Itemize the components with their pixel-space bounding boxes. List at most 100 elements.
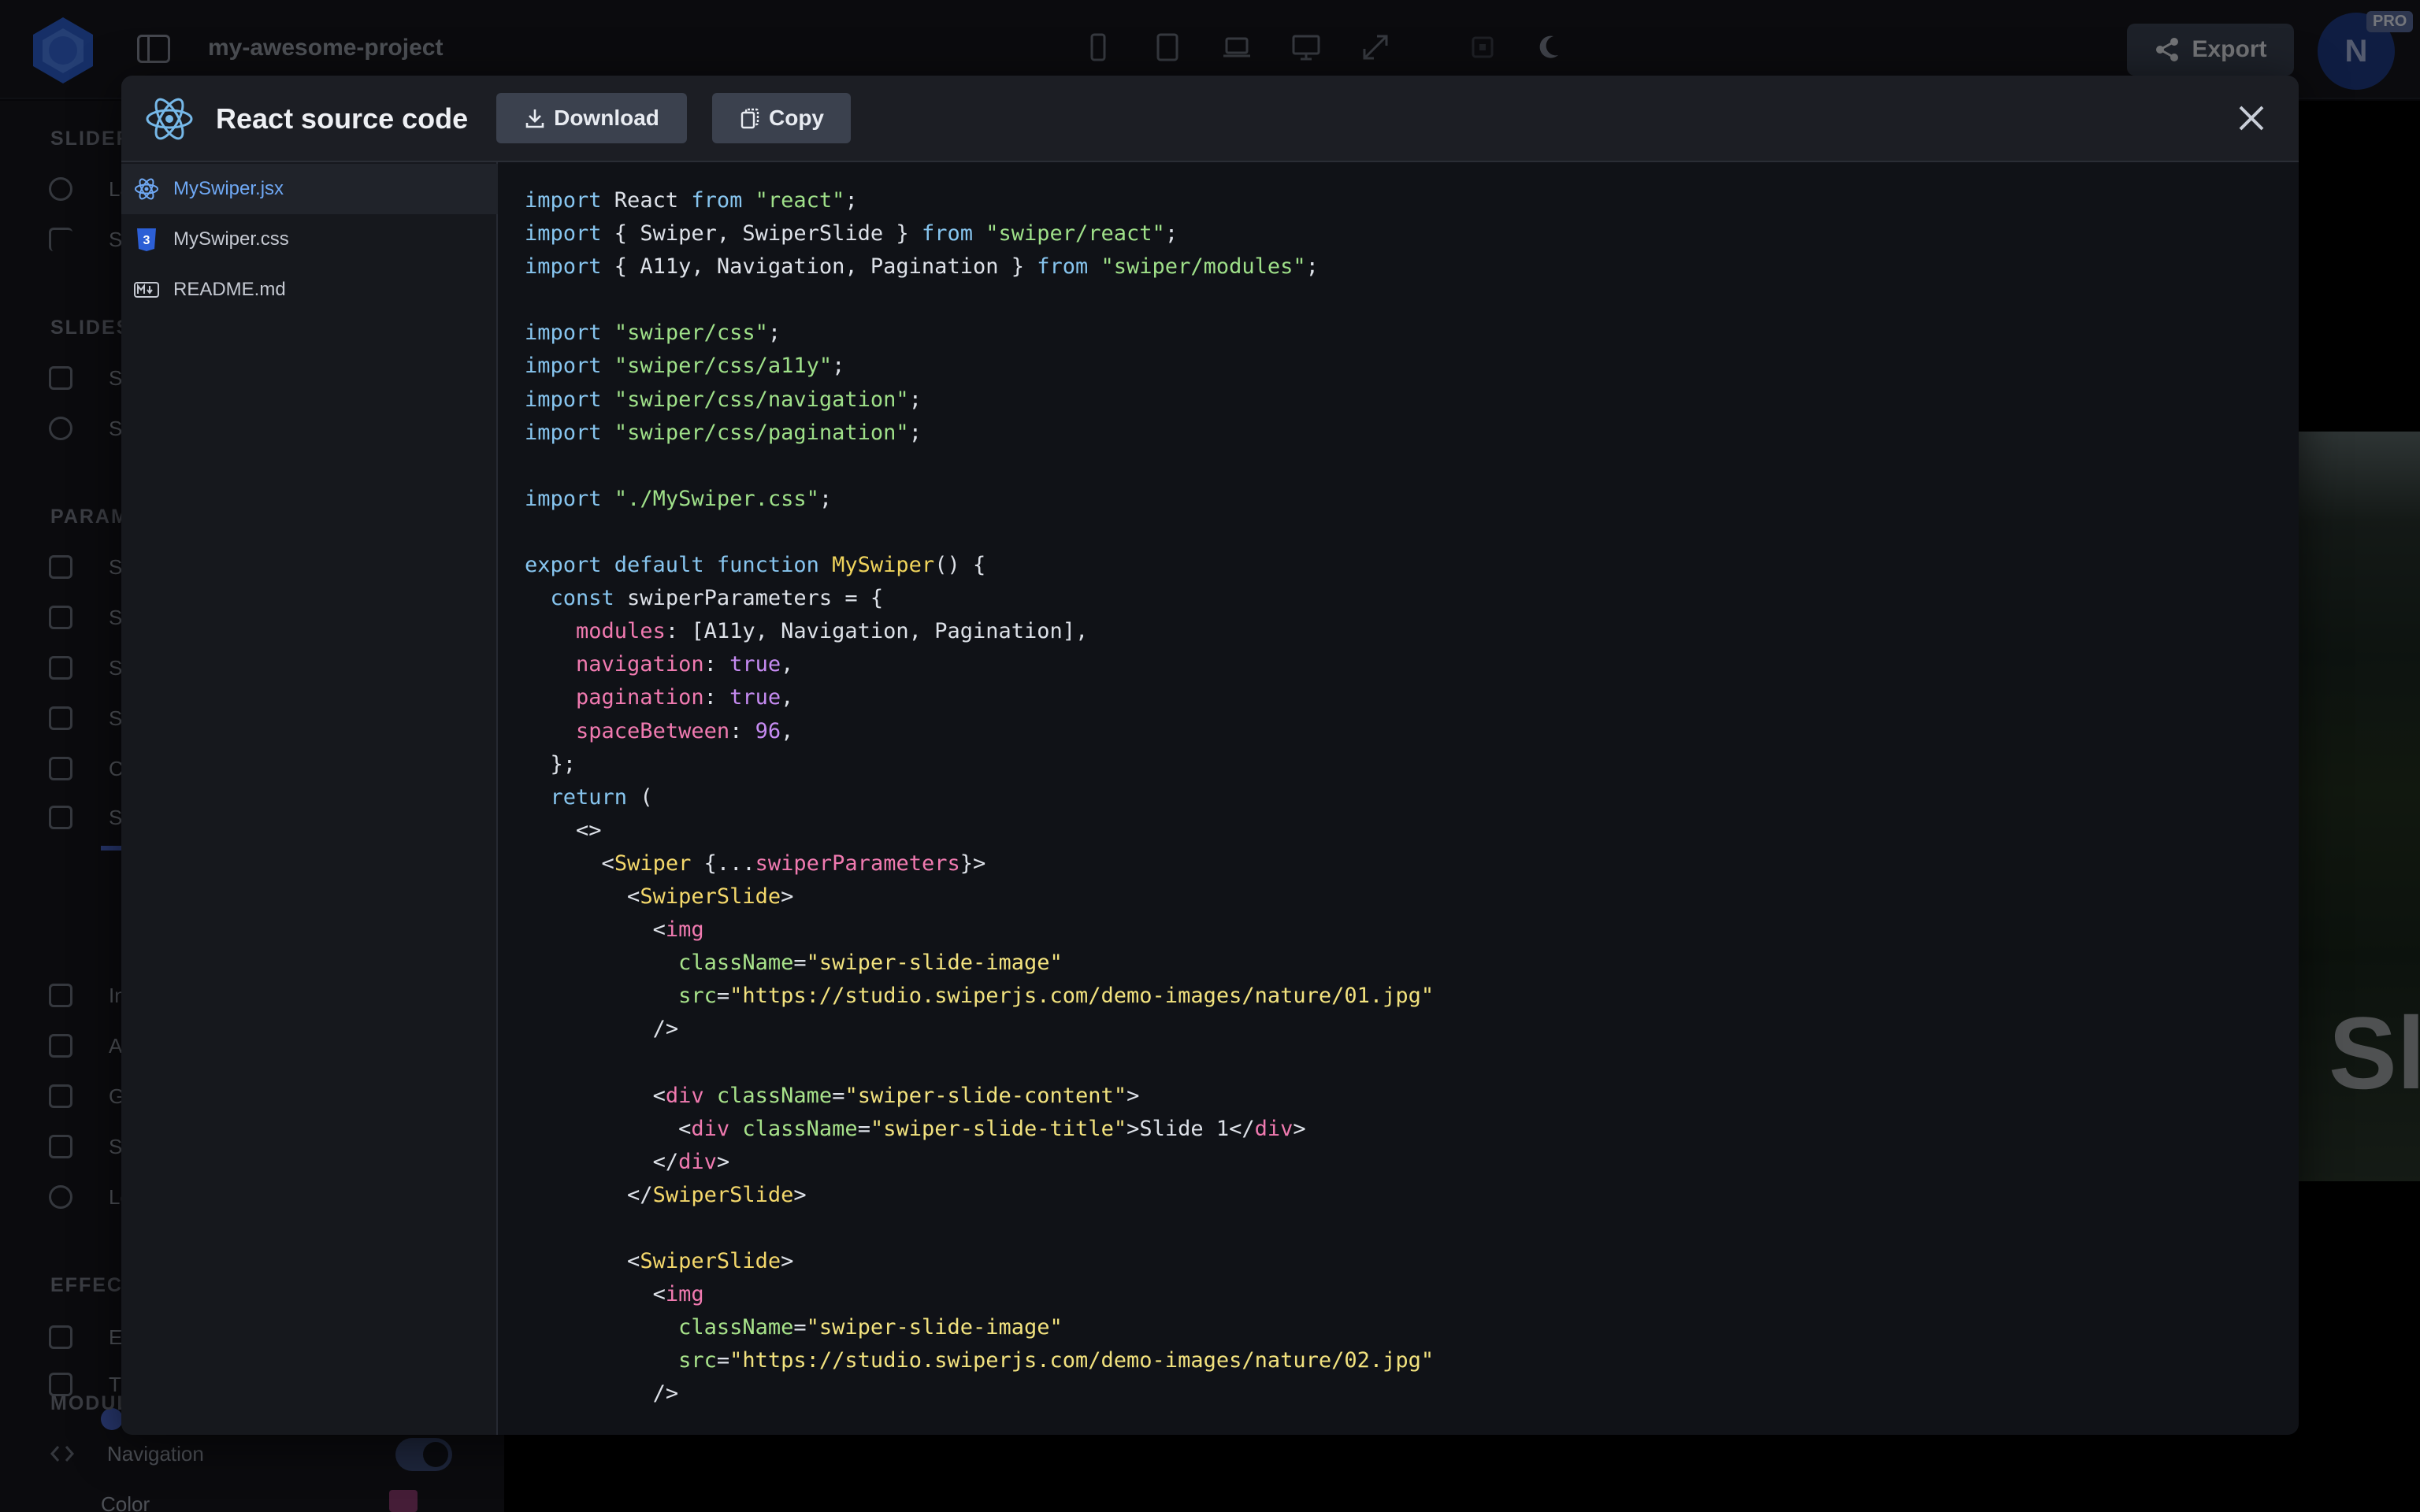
code-token: ; [908, 387, 922, 412]
code-token: SwiperSlide [652, 1182, 794, 1207]
code-line: className="swiper-slide-image" [525, 1315, 1063, 1340]
code-token: > [1293, 1116, 1306, 1141]
code-line: }; [525, 752, 577, 776]
code-line: <Swiper {...swiperParameters}> [525, 850, 986, 876]
code-token: SwiperSlide [640, 884, 781, 909]
code-token: /> [652, 1017, 679, 1042]
code-token: div [1254, 1116, 1294, 1141]
code-token: import [525, 354, 602, 379]
download-button[interactable]: Download [496, 93, 687, 143]
code-token: import [525, 221, 602, 246]
file-item-myswiper-css[interactable]: 3 MySwiper.css [121, 214, 498, 265]
code-token: swiperParameters [755, 850, 960, 876]
code-token: div [665, 1083, 704, 1108]
modal-title: React source code [216, 102, 469, 135]
code-line: <> [525, 818, 602, 843]
code-line: </div> [525, 1149, 730, 1174]
code-token: "react" [755, 188, 845, 213]
file-item-readme-md[interactable]: README.md [121, 265, 498, 315]
close-icon[interactable] [2233, 99, 2270, 137]
code-line: return ( [525, 785, 653, 810]
code-token: {... [691, 850, 755, 876]
code-token: </ [627, 1182, 653, 1207]
code-token: >Slide 1</ [1126, 1116, 1255, 1141]
code-token: "swiper-slide-content" [844, 1083, 1127, 1108]
code-token: import [525, 321, 602, 346]
code-token: import [525, 188, 602, 213]
code-token: SwiperSlide [640, 1249, 781, 1273]
code-token: , [781, 652, 794, 677]
code-token: { A11y, Navigation, Pagination } [601, 254, 1037, 280]
code-line: const swiperParameters = { [525, 586, 884, 611]
code-token: "swiper/css/pagination" [614, 420, 909, 445]
code-line: <img [525, 917, 704, 942]
code-block: import React from "react"; import { Swip… [525, 184, 1434, 1410]
code-line: import "swiper/css/navigation"; [525, 387, 922, 412]
code-token: < [678, 1116, 692, 1141]
code-line: /> [525, 1381, 679, 1406]
code-line: className="swiper-slide-image" [525, 951, 1063, 975]
code-token: src [678, 984, 717, 1009]
code-token: "swiper-slide-image" [806, 1315, 1063, 1340]
code-token: Swiper [614, 850, 692, 876]
react-icon [135, 178, 158, 200]
code-token: import [525, 254, 602, 280]
code-viewer[interactable]: import React from "react"; import { Swip… [499, 162, 2299, 1435]
code-line: import { Swiper, SwiperSlide } from "swi… [525, 221, 1178, 246]
code-token: ; [832, 354, 845, 379]
code-token: import [525, 420, 602, 445]
code-token: pagination [576, 685, 704, 710]
code-token: src [678, 1348, 717, 1373]
code-token: div [678, 1149, 717, 1174]
code-token: = [716, 1348, 730, 1373]
code-token: = [793, 1315, 807, 1340]
code-token: className [742, 1116, 858, 1141]
code-token: ; [1305, 254, 1319, 280]
code-token: () { [934, 553, 986, 578]
copy-button[interactable]: Copy [712, 93, 851, 143]
file-item-myswiper-jsx[interactable]: MySwiper.jsx [121, 164, 498, 214]
code-token: <> [576, 817, 602, 843]
code-token: className [716, 1083, 833, 1108]
code-token: "swiper/modules" [1101, 254, 1306, 280]
markdown-icon [134, 282, 159, 298]
code-token: navigation [576, 652, 704, 677]
code-line: <img [525, 1282, 704, 1306]
code-line: src="https://studio.swiperjs.com/demo-im… [525, 984, 1434, 1008]
code-token: > [716, 1149, 730, 1174]
code-token: ; [908, 420, 922, 445]
code-line: <SwiperSlide> [525, 1249, 793, 1273]
code-line: pagination: true, [525, 685, 793, 710]
code-token: import [525, 486, 602, 511]
code-token: div [691, 1116, 730, 1141]
code-token: </ [652, 1149, 679, 1174]
code-token: < [652, 1282, 666, 1307]
code-token: > [793, 1182, 807, 1207]
code-token: < [652, 1083, 666, 1108]
file-list: MySwiper.jsx 3 MySwiper.css README.md [121, 162, 498, 1435]
code-token: export default function [525, 553, 819, 578]
code-token: > [781, 884, 794, 909]
code-line: /> [525, 1017, 679, 1042]
code-token: const [550, 586, 614, 611]
code-token: : [729, 718, 755, 743]
code-line: import React from "react"; [525, 188, 858, 213]
code-token: "swiper/react" [985, 221, 1165, 246]
code-token: MySwiper [832, 553, 935, 578]
code-token: ( [627, 784, 653, 810]
code-token: "swiper/css/a11y" [614, 354, 833, 379]
code-token: className [678, 1315, 794, 1340]
code-token: < [627, 884, 640, 909]
code-token: { Swiper, SwiperSlide } [601, 221, 922, 246]
code-line: import "./MySwiper.css"; [525, 487, 832, 511]
code-line: modules: [A11y, Navigation, Pagination], [525, 619, 1088, 643]
code-token: , [781, 685, 794, 710]
code-line: src="https://studio.swiperjs.com/demo-im… [525, 1348, 1434, 1373]
code-token: img [665, 917, 704, 943]
code-line: navigation: true, [525, 652, 793, 676]
copy-icon [740, 108, 759, 129]
code-token: < [627, 1249, 640, 1273]
code-token: > [781, 1249, 794, 1273]
code-line: import "swiper/css/pagination"; [525, 421, 922, 445]
code-token: import [525, 387, 602, 412]
